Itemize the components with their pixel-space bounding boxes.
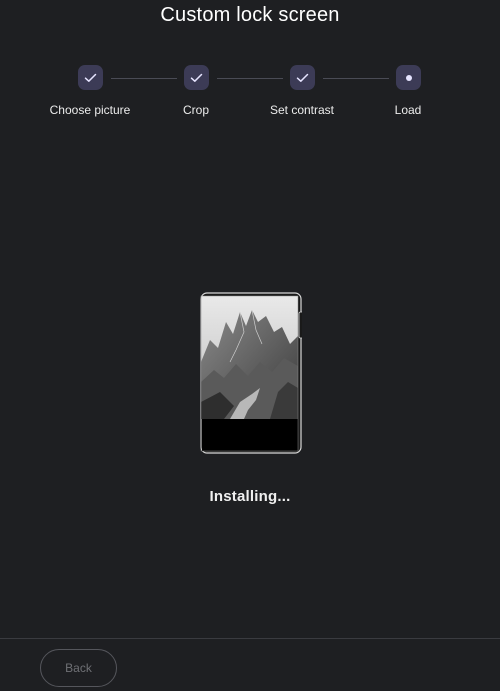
step-label-choose-picture: Choose picture (49, 103, 131, 117)
step-indicator-load (396, 65, 421, 90)
check-icon (84, 73, 97, 82)
step-indicator-choose-picture (78, 65, 103, 90)
step-indicator-set-contrast (290, 65, 315, 90)
step-label-crop: Crop (182, 103, 209, 117)
step-connector (111, 78, 177, 79)
device-preview (200, 292, 304, 454)
footer-divider (0, 638, 500, 639)
status-text: Installing... (209, 488, 291, 505)
progress-stepper: Choose picture Crop Set contrast Load (0, 0, 500, 130)
check-icon (190, 73, 203, 82)
back-button[interactable]: Back (40, 649, 117, 687)
step-connector (217, 78, 283, 79)
check-icon (296, 73, 309, 82)
step-label-load: Load (394, 103, 422, 117)
step-indicator-crop (184, 65, 209, 90)
dot-icon (405, 74, 412, 81)
lock-screen-preview-image (200, 292, 304, 454)
step-connector (323, 78, 389, 79)
step-label-set-contrast: Set contrast (269, 103, 335, 117)
